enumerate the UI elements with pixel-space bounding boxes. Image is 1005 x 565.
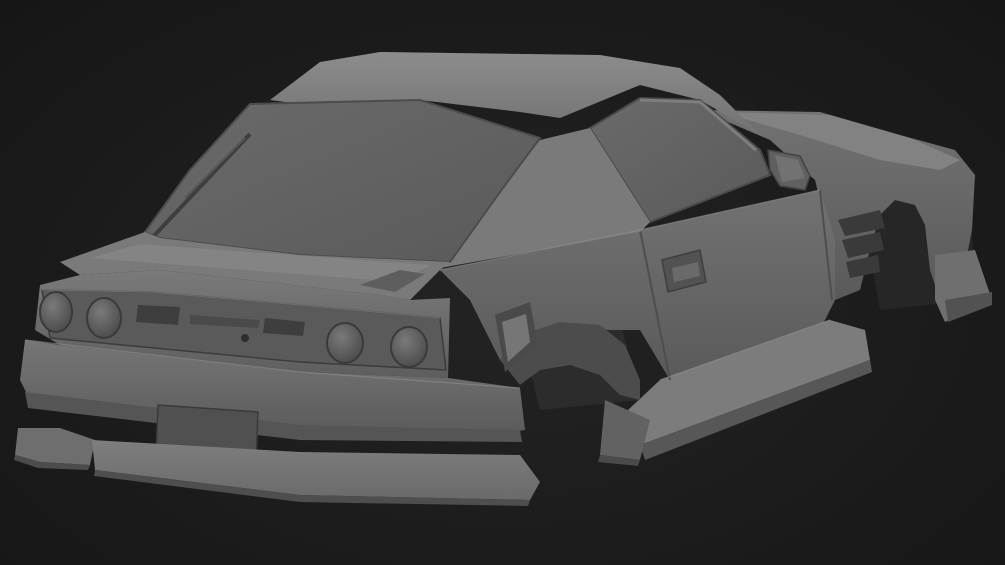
render-viewport <box>0 0 1005 565</box>
car-body-render <box>14 52 992 506</box>
key-cylinder <box>241 334 249 342</box>
